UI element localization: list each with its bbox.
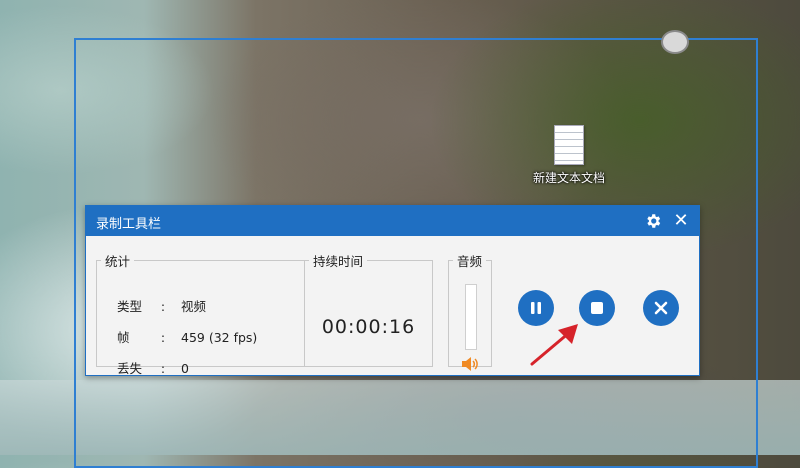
stat-colon: : [160, 361, 166, 376]
text-file-icon [554, 125, 584, 165]
toolbar-title: 录制工具栏 [96, 217, 162, 232]
gear-icon[interactable] [643, 211, 663, 231]
stat-row-frames: 帧:459 (32 fps) [117, 327, 257, 346]
audio-legend: 音频 [457, 254, 483, 269]
stat-key: 丢失 [117, 361, 143, 376]
stat-row-dropped: 丢失:0 [117, 358, 189, 377]
desktop-file-icon[interactable]: 新建文本文档 [528, 125, 610, 186]
cancel-recording-button[interactable] [643, 290, 679, 326]
audio-level-meter [465, 284, 477, 350]
stat-colon: : [160, 330, 166, 345]
duration-legend: 持续时间 [313, 254, 364, 269]
elapsed-time: 00:00:16 [321, 316, 416, 338]
speaker-icon[interactable] [461, 356, 479, 376]
stats-legend: 统计 [105, 254, 131, 269]
capture-region-handle[interactable] [661, 30, 689, 54]
stop-icon [591, 302, 603, 314]
stat-value: 459 (32 fps) [181, 330, 258, 345]
stat-colon: : [160, 299, 166, 314]
toolbar-titlebar[interactable]: 录制工具栏 ✕ [86, 206, 699, 236]
pause-icon [531, 302, 541, 314]
stat-value: 视频 [181, 299, 207, 314]
duration-group: 持续时间 00:00:16 [304, 251, 433, 367]
stat-value: 0 [181, 361, 189, 376]
stat-key: 类型 [117, 299, 143, 314]
stat-key: 帧 [117, 330, 130, 345]
desktop-file-label: 新建文本文档 [532, 171, 605, 185]
audio-group: 音频 [448, 251, 492, 371]
close-icon[interactable]: ✕ [671, 210, 691, 232]
stat-row-type: 类型: 视频 [117, 296, 206, 315]
cancel-icon [654, 301, 668, 315]
annotation-arrow [530, 324, 578, 366]
recording-toolbar-window: 录制工具栏 ✕ 统计 类型: 视频 帧:459 (32 fps) 丢失:0 持续时… [85, 205, 700, 376]
